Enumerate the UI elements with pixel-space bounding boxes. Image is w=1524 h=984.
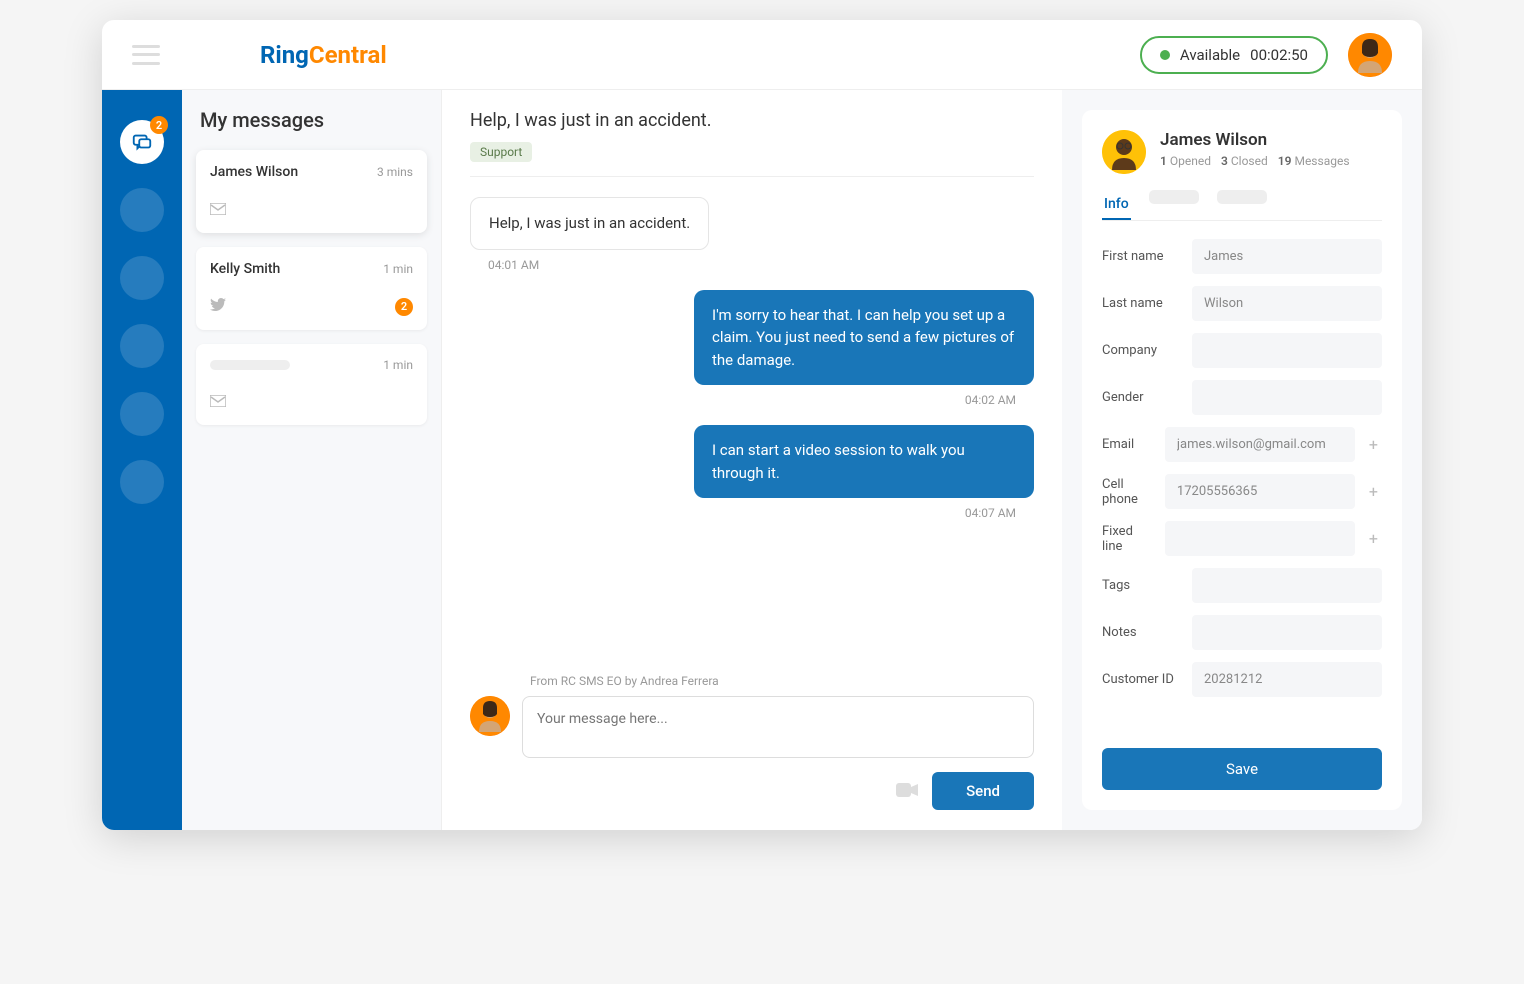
add-email-icon[interactable]: +: [1365, 435, 1382, 454]
chat-title: Help, I was just in an accident.: [470, 110, 1034, 131]
nav-messages-badge: 2: [150, 116, 168, 134]
notes-field[interactable]: [1192, 615, 1382, 650]
message-input[interactable]: [522, 696, 1034, 758]
contact-avatar: [1102, 130, 1146, 174]
message-row: I'm sorry to hear that. I can help you s…: [470, 290, 1034, 386]
details-panel: James Wilson 1Opened 3Closed 19Messages …: [1062, 90, 1422, 830]
nav-item-5[interactable]: [120, 392, 164, 436]
tab-info[interactable]: Info: [1102, 190, 1131, 220]
video-icon[interactable]: [896, 782, 918, 801]
cell-phone-field[interactable]: [1165, 474, 1355, 509]
field-label: Last name: [1102, 296, 1182, 311]
compose-area: From RC SMS EO by Andrea Ferrera Send: [470, 674, 1034, 810]
field-label: Cell phone: [1102, 477, 1155, 507]
add-phone-icon[interactable]: +: [1365, 482, 1382, 501]
nav-item-2[interactable]: [120, 188, 164, 232]
field-label: Gender: [1102, 390, 1182, 405]
chat-header: Help, I was just in an accident. Support: [470, 110, 1034, 177]
detail-tabs: Info: [1102, 190, 1382, 221]
message-row: Help, I was just in an accident.: [470, 197, 1034, 250]
chat-messages: Help, I was just in an accident. 04:01 A…: [470, 177, 1034, 674]
contact-name: James Wilson: [1160, 130, 1350, 150]
nav-item-6[interactable]: [120, 460, 164, 504]
inbox-panel: My messages James Wilson 3 mins Kelly Sm…: [182, 90, 442, 830]
email-icon: [210, 200, 226, 219]
customer-id-field[interactable]: [1192, 662, 1382, 697]
availability-status[interactable]: Available 00:02:50: [1140, 36, 1328, 74]
app-window: RingCentral Available 00:02:50 2 My mess…: [102, 20, 1422, 830]
message-card[interactable]: Kelly Smith 1 min 2: [196, 247, 427, 330]
inbox-title: My messages: [196, 108, 427, 132]
topbar: RingCentral Available 00:02:50: [102, 20, 1422, 90]
nav-item-4[interactable]: [120, 324, 164, 368]
field-label: Customer ID: [1102, 672, 1182, 687]
user-avatar[interactable]: [1348, 33, 1392, 77]
add-line-icon[interactable]: +: [1365, 529, 1382, 548]
message-sender: James Wilson: [210, 164, 298, 180]
field-label: Company: [1102, 343, 1182, 358]
message-sender-placeholder: [210, 360, 290, 370]
message-card[interactable]: 1 min: [196, 344, 427, 425]
outgoing-message: I can start a video session to walk you …: [694, 425, 1034, 498]
twitter-icon: [210, 297, 226, 316]
field-label: Notes: [1102, 625, 1182, 640]
field-label: First name: [1102, 249, 1182, 264]
gender-field[interactable]: [1192, 380, 1382, 415]
nav-messages[interactable]: 2: [120, 120, 164, 164]
message-timestamp: 04:07 AM: [470, 506, 1034, 520]
unread-badge: 2: [395, 298, 413, 316]
save-button[interactable]: Save: [1102, 748, 1382, 790]
message-card[interactable]: James Wilson 3 mins: [196, 150, 427, 233]
chat-tag: Support: [470, 142, 532, 162]
message-time: 1 min: [383, 262, 413, 276]
chat-panel: Help, I was just in an accident. Support…: [442, 90, 1062, 830]
status-timer: 00:02:50: [1250, 46, 1308, 64]
company-field[interactable]: [1192, 333, 1382, 368]
message-time: 1 min: [383, 358, 413, 372]
message-timestamp: 04:02 AM: [470, 393, 1034, 407]
email-field[interactable]: [1165, 427, 1355, 462]
tab-placeholder[interactable]: [1149, 190, 1199, 204]
contact-stats: 1Opened 3Closed 19Messages: [1160, 154, 1350, 168]
message-row: I can start a video session to walk you …: [470, 425, 1034, 498]
contact-form: First name Last name Company Gender Emai…: [1102, 239, 1382, 738]
message-timestamp: 04:01 AM: [470, 258, 1034, 272]
field-label: Email: [1102, 437, 1155, 452]
nav-item-3[interactable]: [120, 256, 164, 300]
outgoing-message: I'm sorry to hear that. I can help you s…: [694, 290, 1034, 386]
agent-avatar: [470, 696, 510, 736]
contact-card: James Wilson 1Opened 3Closed 19Messages …: [1082, 110, 1402, 810]
brand-logo: RingCentral: [260, 41, 387, 69]
menu-icon[interactable]: [132, 45, 160, 65]
incoming-message: Help, I was just in an accident.: [470, 197, 709, 250]
nav-rail: 2: [102, 90, 182, 830]
app-body: 2 My messages James Wilson 3 mins: [102, 90, 1422, 830]
status-indicator-icon: [1160, 50, 1170, 60]
message-sender: Kelly Smith: [210, 261, 280, 277]
field-label: Tags: [1102, 578, 1182, 593]
tab-placeholder[interactable]: [1217, 190, 1267, 204]
message-time: 3 mins: [377, 165, 413, 179]
tags-field[interactable]: [1192, 568, 1382, 603]
last-name-field[interactable]: [1192, 286, 1382, 321]
field-label: Fixed line: [1102, 524, 1155, 554]
fixed-line-field[interactable]: [1165, 521, 1355, 556]
send-button[interactable]: Send: [932, 772, 1034, 810]
first-name-field[interactable]: [1192, 239, 1382, 274]
compose-meta: From RC SMS EO by Andrea Ferrera: [470, 674, 1034, 688]
email-icon: [210, 392, 226, 411]
status-label: Available: [1180, 46, 1240, 64]
